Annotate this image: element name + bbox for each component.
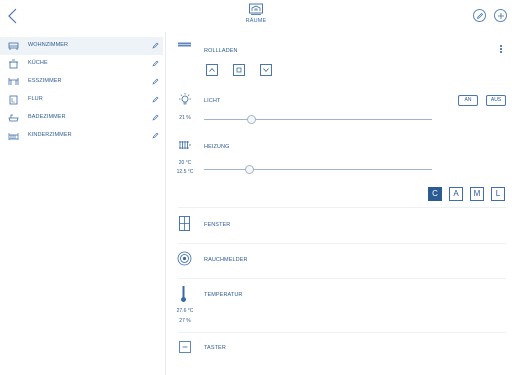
pencil-icon[interactable] <box>152 60 159 67</box>
pencil-icon <box>476 12 483 19</box>
page-title: RÄUME <box>236 3 276 31</box>
door-icon <box>9 95 18 105</box>
dining-table-icon <box>8 78 19 85</box>
house-icon <box>249 3 263 15</box>
pencil-icon[interactable] <box>152 78 159 85</box>
shutter-stop-button[interactable] <box>233 64 245 76</box>
sidebar-item-label: FLUR <box>28 96 43 102</box>
pot-icon <box>9 59 18 69</box>
sidebar-item-label: BADEZIMMER <box>28 114 66 120</box>
sidebar-item-kinderzimmer[interactable]: KINDERZIMMER <box>0 127 163 145</box>
light-slider[interactable] <box>204 119 432 120</box>
page-title-text: RÄUME <box>245 18 267 24</box>
heating-mode-l-button[interactable]: L <box>491 187 505 201</box>
sidebar-item-label: ESSZIMMER <box>28 78 62 84</box>
pencil-icon[interactable] <box>152 132 159 139</box>
device-label-rauchmelder: RAUCHMELDER <box>204 257 248 263</box>
pencil-icon[interactable] <box>152 42 159 49</box>
device-label-fenster: FENSTER <box>204 222 231 228</box>
pencil-icon[interactable] <box>152 96 159 103</box>
more-options-button[interactable] <box>500 45 503 54</box>
heating-mode-m-button[interactable]: M <box>470 187 484 201</box>
light-off-button[interactable]: AUS <box>486 95 506 106</box>
heating-setpoint-value: 20 °C <box>178 160 192 166</box>
shutter-down-button[interactable] <box>260 64 272 76</box>
stop-icon <box>236 67 242 73</box>
add-button[interactable] <box>494 9 507 22</box>
heating-slider-knob[interactable] <box>245 165 255 174</box>
device-label-taster: TASTER <box>204 345 226 351</box>
sidebar-item-badezimmer[interactable]: BADEZIMMER <box>0 109 163 127</box>
shutter-up-button[interactable] <box>206 64 218 76</box>
edit-button[interactable] <box>473 9 486 22</box>
sidebar-item-kueche[interactable]: KÜCHE <box>0 55 163 73</box>
crib-icon <box>8 133 19 140</box>
light-slider-knob[interactable] <box>247 115 257 124</box>
lightbulb-icon <box>179 93 191 105</box>
device-label-licht: LICHT <box>204 98 221 104</box>
divider <box>178 278 506 279</box>
radiator-icon <box>179 141 191 149</box>
thermometer-icon <box>181 286 186 302</box>
divider <box>178 207 506 208</box>
push-button-icon <box>179 341 191 353</box>
device-panel: ROLLLADEN LICHT AN AUS 21 % HEIZUNG 20 °… <box>166 32 512 375</box>
sidebar-item-flur[interactable]: FLUR <box>0 91 163 109</box>
sidebar-item-esszimmer[interactable]: ESSZIMMER <box>0 73 163 91</box>
device-label-rollladen: ROLLLADEN <box>204 48 238 54</box>
device-label-heizung: HEIZUNG <box>204 144 230 150</box>
light-on-button[interactable]: AN <box>458 95 478 106</box>
smoke-detector-icon <box>177 251 192 266</box>
device-label-temperatur: TEMPERATUR <box>204 292 243 298</box>
divider <box>178 243 506 244</box>
window-icon <box>179 216 190 231</box>
pencil-icon[interactable] <box>152 114 159 121</box>
arrow-up-icon <box>209 67 215 72</box>
arrow-down-icon <box>263 68 269 73</box>
heating-mode-c-button[interactable]: C <box>428 187 442 201</box>
humidity-value: 27 % <box>179 318 191 324</box>
room-list: WOHNZIMMER KÜCHE ESSZIMMER FLUR BADEZIMM… <box>0 37 163 145</box>
heating-mode-a-button[interactable]: A <box>449 187 463 201</box>
chevron-left-icon <box>8 8 17 24</box>
bathtub-icon <box>8 114 19 122</box>
sidebar-item-wohnzimmer[interactable]: WOHNZIMMER <box>0 37 163 55</box>
sidebar-item-label: KÜCHE <box>28 60 48 66</box>
divider <box>178 332 506 333</box>
top-bar: RÄUME <box>0 0 512 32</box>
temperature-value: 27.6 °C <box>176 308 194 314</box>
light-level-value: 21 % <box>179 115 191 121</box>
heating-current-value: 12.5 °C <box>176 169 194 175</box>
back-button[interactable] <box>6 7 20 25</box>
plus-icon <box>497 12 504 19</box>
heating-slider[interactable] <box>204 169 432 170</box>
sofa-icon <box>8 42 19 50</box>
sidebar-item-label: KINDERZIMMER <box>28 132 72 138</box>
shutter-icon <box>178 42 191 47</box>
sidebar-item-label: WOHNZIMMER <box>28 42 69 48</box>
